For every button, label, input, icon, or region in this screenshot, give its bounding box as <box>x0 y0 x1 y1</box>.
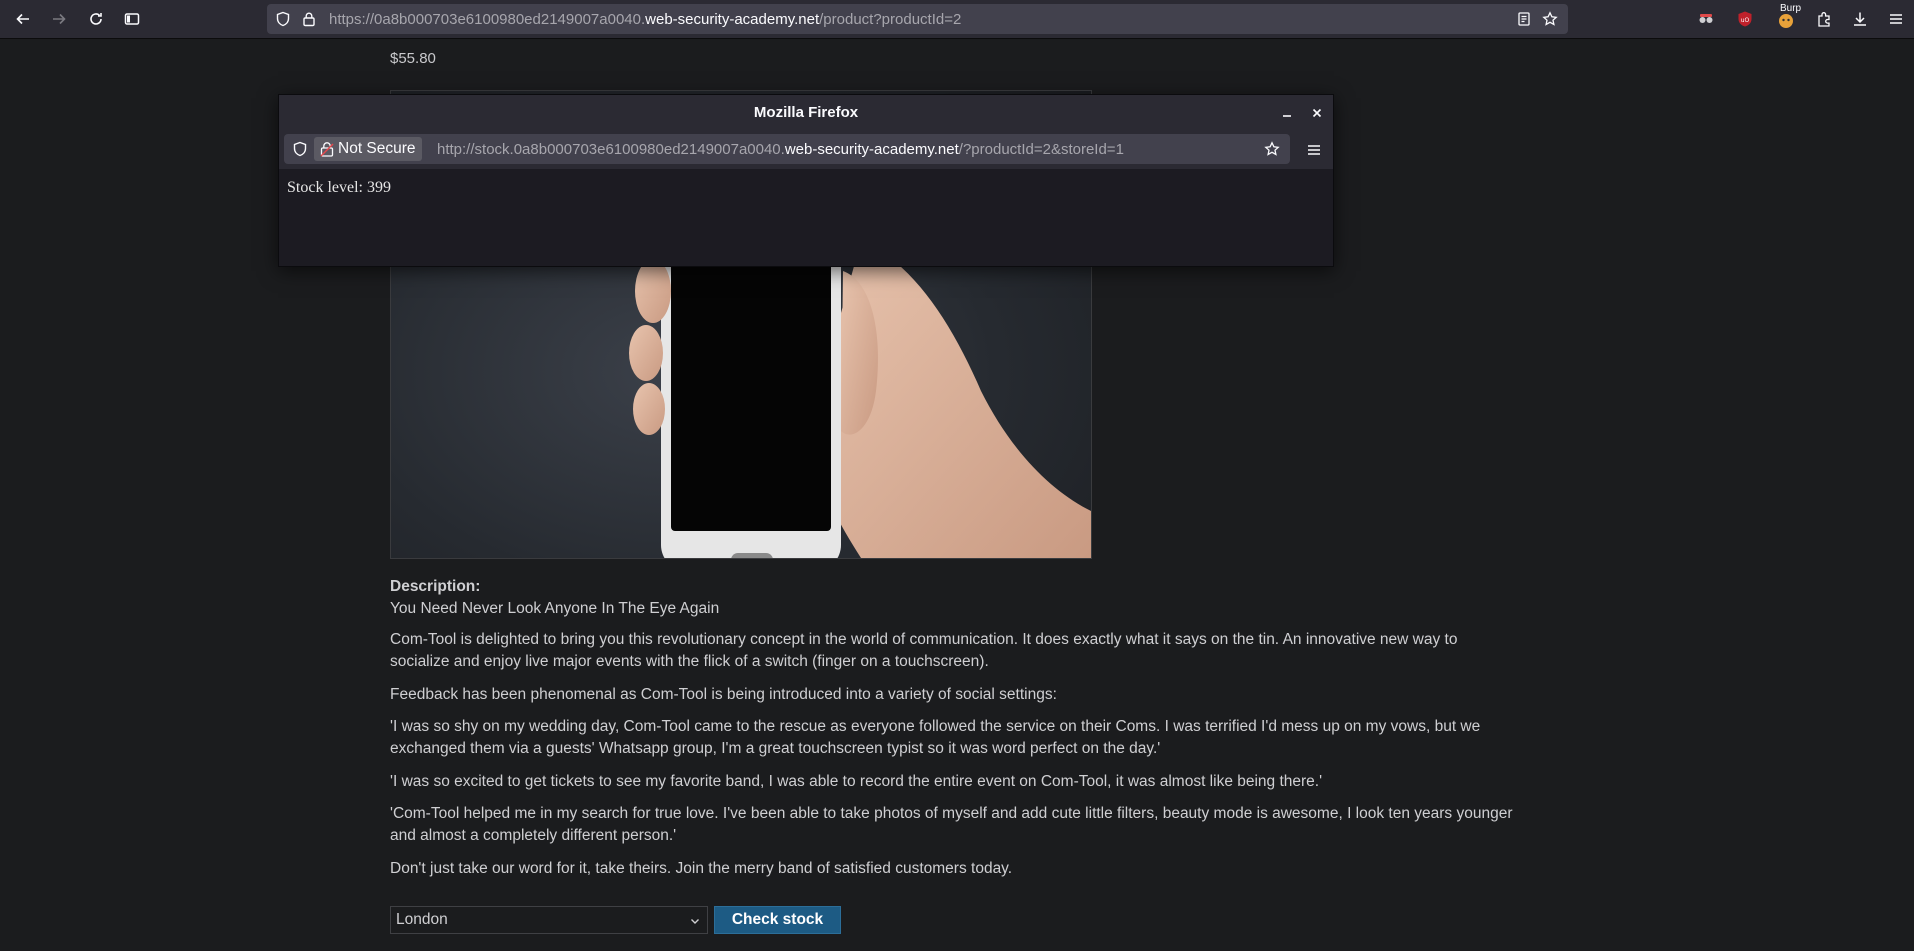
testimonial-paragraph: 'I was so shy on my wedding day, Com-Too… <box>390 718 1481 757</box>
minimize-icon <box>1283 115 1291 117</box>
bookmark-star-icon[interactable] <box>1542 11 1558 27</box>
address-bar[interactable]: https://0a8b000703e6100980ed2149007a0040… <box>267 4 1568 34</box>
description-label: Description: <box>390 578 481 595</box>
popup-window: Mozilla Firefox Not Secure http://stock.… <box>278 94 1334 267</box>
description-paragraph: Feedback has been phenomenal as Com-Tool… <box>390 686 1057 703</box>
svg-text:uO: uO <box>1741 17 1750 24</box>
ublock-icon[interactable]: uO <box>1734 8 1756 30</box>
reload-icon <box>90 13 102 25</box>
reader-view-icon[interactable] <box>1516 11 1532 27</box>
sidebar-icon <box>124 13 140 25</box>
burp-extension-icon[interactable]: Burp <box>1773 4 1801 30</box>
product-price: $55.80 <box>390 50 436 67</box>
store-select-value: London <box>396 911 448 928</box>
minimize-button[interactable] <box>1279 105 1295 121</box>
testimonial-paragraph: 'Com-Tool helped me in my search for tru… <box>390 805 1513 844</box>
stock-level-text: Stock level: 399 <box>287 179 391 196</box>
forward-button[interactable] <box>47 7 71 31</box>
store-select[interactable]: London <box>390 906 708 934</box>
burp-badge-text: Burp <box>1780 3 1802 14</box>
popup-titlebar: Mozilla Firefox <box>279 95 1333 131</box>
not-secure-badge[interactable]: Not Secure <box>314 137 422 161</box>
popup-address-row: Not Secure http://stock.0a8b000703e61009… <box>279 131 1333 169</box>
bookmark-star-icon[interactable] <box>1264 141 1280 157</box>
reload-button[interactable] <box>84 7 108 31</box>
description-paragraph: Don't just take our word for it, take th… <box>390 860 1013 877</box>
popup-menu-icon[interactable] <box>1306 142 1322 158</box>
sidebar-button[interactable] <box>120 7 144 31</box>
close-icon <box>1312 108 1322 118</box>
app-menu-icon[interactable] <box>1885 8 1907 30</box>
back-arrow-icon <box>16 13 29 25</box>
close-window-button[interactable] <box>1309 105 1325 121</box>
lock-icon[interactable] <box>301 11 317 27</box>
description-block: Description: You Need Never Look Anyone … <box>390 576 1520 620</box>
testimonial-paragraph: 'I was so excited to get tickets to see … <box>390 773 1323 790</box>
not-secure-label: Not Secure <box>338 140 416 157</box>
product-tagline: You Need Never Look Anyone In The Eye Ag… <box>390 600 720 617</box>
insecure-lock-icon <box>320 142 334 157</box>
forward-arrow-icon <box>53 13 66 25</box>
url-text: https://0a8b000703e6100980ed2149007a0040… <box>329 11 962 28</box>
popup-address-bar[interactable]: Not Secure http://stock.0a8b000703e61009… <box>284 134 1290 164</box>
downloads-icon[interactable] <box>1849 8 1871 30</box>
tracking-shield-icon[interactable] <box>275 11 291 27</box>
check-stock-button[interactable]: Check stock <box>714 906 841 934</box>
popup-url-text: http://stock.0a8b000703e6100980ed2149007… <box>437 141 1124 158</box>
back-button[interactable] <box>11 7 35 31</box>
description-paragraph: Com-Tool is delighted to bring you this … <box>390 631 1458 670</box>
spy-extension-icon[interactable] <box>1695 8 1717 30</box>
extensions-puzzle-icon[interactable] <box>1813 8 1835 30</box>
chevron-down-icon <box>691 919 699 924</box>
popup-title: Mozilla Firefox <box>753 104 859 121</box>
browser-toolbar: https://0a8b000703e6100980ed2149007a0040… <box>0 0 1914 39</box>
tracking-shield-icon[interactable] <box>292 141 308 157</box>
